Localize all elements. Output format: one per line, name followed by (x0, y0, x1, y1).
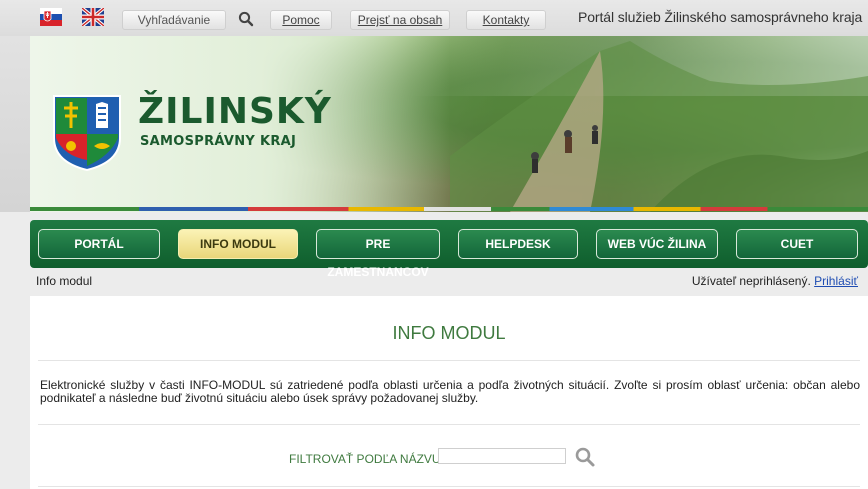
breadcrumb: Info modul (36, 274, 93, 288)
user-status: Užívateľ neprihlásený. Prihlásiť (692, 274, 858, 288)
main-navigation: PORTÁL INFO MODUL PRE ZAMESTNANCOV HELPD… (30, 220, 868, 279)
divider (38, 486, 860, 487)
uk-flag-icon[interactable] (82, 8, 104, 26)
nav-item-portal[interactable]: PORTÁL (38, 229, 160, 259)
page: Vyhľadávanie Pomoc Prejsť na obsah Konta… (0, 0, 868, 489)
divider (38, 424, 860, 425)
divider (38, 360, 860, 361)
search-icon[interactable] (574, 446, 596, 468)
breadcrumb-row: Info modul Užívateľ neprihlásený. Prihlá… (30, 272, 868, 290)
filter-label: FILTROVAŤ PODĽA NÁZVU (289, 452, 441, 466)
page-title: INFO MODUL (392, 323, 506, 343)
logo-subtitle: SAMOSPRÁVNY KRAJ (140, 134, 297, 149)
skip-to-content-link[interactable]: Prejsť na obsah (350, 10, 450, 30)
contacts-link[interactable]: Kontakty (466, 10, 546, 30)
slovak-flag-icon[interactable] (40, 8, 62, 26)
intro-text: Elektronické služby v časti INFO-MODUL s… (40, 378, 860, 405)
search-icon (238, 11, 254, 27)
left-margin-strip (0, 36, 30, 212)
help-link[interactable]: Pomoc (270, 10, 332, 30)
main-content: INFO MODUL Elektronické služby v časti I… (30, 296, 868, 489)
nav-item-info-modul[interactable]: INFO MODUL (178, 229, 298, 259)
top-utility-bar: Vyhľadávanie Pomoc Prejsť na obsah Konta… (0, 0, 868, 36)
mountain-ridge-illustration (450, 41, 868, 212)
nav-item-cuet[interactable]: CUET (736, 229, 858, 259)
search-field[interactable]: Vyhľadávanie (122, 10, 226, 30)
logo-title: ŽILINSKÝ (138, 91, 332, 132)
search-button[interactable] (233, 10, 259, 30)
filter-input[interactable] (438, 448, 566, 464)
nav-item-web-vuc-zilina[interactable]: WEB VÚC ŽILINA (596, 229, 718, 259)
header-banner: ŽILINSKÝ SAMOSPRÁVNY KRAJ (30, 36, 868, 212)
user-status-text: Užívateľ neprihlásený. (691, 274, 811, 288)
portal-title: Portál služieb Žilinského samosprávneho … (578, 9, 863, 25)
coat-of-arms-icon (53, 95, 121, 172)
nav-item-helpdesk[interactable]: HELPDESK (458, 229, 578, 259)
login-link[interactable]: Prihlásiť (814, 274, 858, 288)
decorative-color-line (30, 207, 868, 211)
nav-item-pre-zamestnancov[interactable]: PRE ZAMESTNANCOV (316, 229, 440, 279)
